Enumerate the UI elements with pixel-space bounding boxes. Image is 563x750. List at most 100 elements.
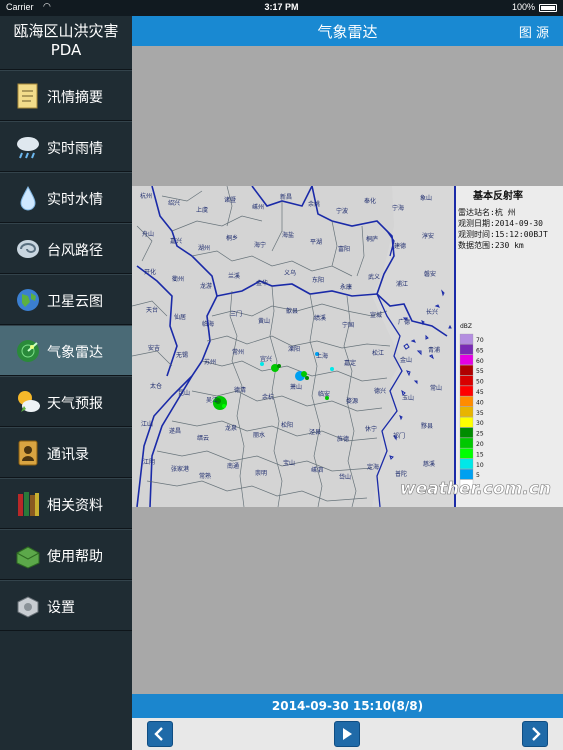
- next-button[interactable]: [522, 721, 548, 747]
- city-label: 舟山: [142, 230, 154, 238]
- city-label: 天台: [146, 306, 158, 314]
- sidebar-item-typhoon[interactable]: 台风路径: [0, 223, 132, 274]
- scale-swatch: [459, 385, 474, 397]
- city-label: 张家港: [171, 465, 189, 473]
- sidebar-item-help-book[interactable]: 使用帮助: [0, 529, 132, 580]
- city-label: 武义: [368, 273, 380, 281]
- city-label: 永康: [340, 283, 352, 291]
- city-label: 临海: [202, 320, 214, 328]
- city-label: 江阴: [143, 458, 155, 466]
- sidebar-item-contacts[interactable]: 通讯录: [0, 427, 132, 478]
- city-label: 普陀: [395, 470, 407, 478]
- sidebar-item-books[interactable]: 相关资料: [0, 478, 132, 529]
- city-label: 绩溪: [314, 314, 326, 322]
- city-label: 建德: [394, 242, 406, 250]
- scale-value: 70: [476, 337, 484, 344]
- city-label: 开化: [144, 268, 156, 276]
- rain-cloud-icon: [17, 137, 39, 159]
- radar-icon: [17, 340, 39, 362]
- typhoon-icon: [17, 240, 39, 258]
- city-label: 象山: [420, 194, 432, 202]
- radar-image[interactable]: 杭州 绍兴 上虞 诸暨 嵊州 新昌 余姚 宁波 奉化 宁海 象山 舟山 嘉兴 湖州 桐乡 海宁 海盐 平湖 富阳 桐庐…: [131, 185, 563, 508]
- sidebar-item-label: 实时水情: [47, 192, 103, 208]
- scale-swatch: [459, 448, 474, 459]
- city-label: 金山: [400, 356, 412, 364]
- sidebar-item-globe[interactable]: 卫星云图: [0, 274, 132, 325]
- city-label: 嘉兴: [170, 237, 182, 245]
- city-label: 余杭: [262, 393, 274, 401]
- city-label: 溧阳: [288, 345, 300, 353]
- city-label: 富阳: [338, 245, 350, 253]
- city-label: 嘉定: [344, 359, 356, 367]
- city-label: 宁海: [392, 204, 404, 212]
- chevron-right-icon: [532, 727, 541, 741]
- previous-button[interactable]: [147, 721, 173, 747]
- watermark: weather.com.cn: [400, 479, 551, 499]
- unit-label: dBZ: [460, 323, 472, 330]
- city-label: 海宁: [254, 241, 266, 249]
- city-label: 临安: [318, 390, 330, 398]
- frame-datetime: 2014-09-30 15:10(8/8): [132, 694, 563, 718]
- station-label: 雷达站名:杭 州: [458, 207, 516, 217]
- city-label: 松阳: [281, 421, 293, 429]
- sidebar-item-label: 通讯录: [47, 447, 89, 463]
- contacts-icon: [18, 440, 38, 466]
- playback-toolbar: [132, 718, 563, 750]
- scale-swatch: [459, 417, 474, 428]
- city-label: 余姚: [308, 200, 320, 208]
- city-label: 杭州: [140, 192, 152, 200]
- city-label: 宣城: [370, 311, 382, 319]
- city-label: 上虞: [196, 206, 208, 214]
- notepad-icon: [17, 83, 38, 109]
- city-label: 德清: [234, 386, 246, 394]
- city-label: 金华: [256, 279, 268, 287]
- sidebar-item-label: 天气预报: [47, 396, 103, 412]
- city-label: 上海: [316, 352, 328, 360]
- city-label: 平湖: [310, 238, 322, 246]
- app-title: 瓯海区山洪灾害PDA: [0, 16, 132, 70]
- city-label: 旌德: [337, 435, 349, 443]
- scale-value: 60: [476, 358, 484, 365]
- scale-value: 10: [476, 462, 484, 469]
- city-label: 奉化: [364, 197, 376, 205]
- sidebar-item-label: 卫星云图: [47, 294, 103, 310]
- status-bar: Carrier ◠ 3:17 PM 100%: [0, 0, 563, 16]
- city-label: 宝山: [283, 459, 295, 467]
- battery-icon: [539, 4, 557, 12]
- sidebar-nav: 汛情摘要 实时雨情实时水情台风路径卫星云图气象雷达天气预报通讯录相关资料 使用帮助设…: [0, 70, 132, 631]
- sidebar-item-rain-cloud[interactable]: 实时雨情: [0, 121, 132, 172]
- city-label: 萧山: [290, 383, 302, 391]
- city-label: 东阳: [312, 276, 324, 284]
- sidebar-item-notepad[interactable]: 汛情摘要: [0, 70, 132, 121]
- battery-percent: 100%: [511, 2, 535, 12]
- city-label: 兰溪: [228, 272, 240, 280]
- scale-swatch: [459, 333, 474, 345]
- city-label: 苏州: [204, 358, 216, 366]
- city-label: 太仓: [150, 382, 162, 390]
- city-label: 诸暨: [224, 196, 236, 204]
- city-label: 龙泉: [225, 424, 237, 432]
- settings-drive-icon: [17, 596, 39, 618]
- city-label: 松江: [372, 349, 384, 357]
- city-label: 宁国: [342, 321, 354, 329]
- city-label: 新昌: [280, 193, 292, 201]
- range-label: 数据范围:230 km: [458, 240, 524, 250]
- sidebar-item-radar[interactable]: 气象雷达: [0, 325, 132, 376]
- city-label: 仙居: [174, 313, 186, 321]
- city-label: 青浦: [428, 346, 440, 354]
- image-source-button[interactable]: 图 源: [519, 22, 549, 41]
- city-label: 淳安: [422, 232, 434, 240]
- obs-time-label: 观测时间:15:12:00BJT: [458, 229, 548, 239]
- play-button[interactable]: [334, 721, 360, 747]
- scale-swatch: [459, 469, 474, 480]
- scale-swatch: [459, 375, 474, 386]
- sidebar-item-settings-drive[interactable]: 设置: [0, 580, 132, 631]
- scale-value: 55: [476, 368, 484, 375]
- sidebar-item-weather[interactable]: 天气预报: [0, 376, 132, 427]
- city-label: 歙县: [286, 307, 298, 315]
- city-label: 桐乡: [226, 234, 238, 242]
- city-label: 长兴: [426, 308, 438, 316]
- sidebar-item-water-drop[interactable]: 实时水情: [0, 172, 132, 223]
- city-label: 丽水: [253, 431, 265, 439]
- city-label: 常山: [430, 384, 442, 392]
